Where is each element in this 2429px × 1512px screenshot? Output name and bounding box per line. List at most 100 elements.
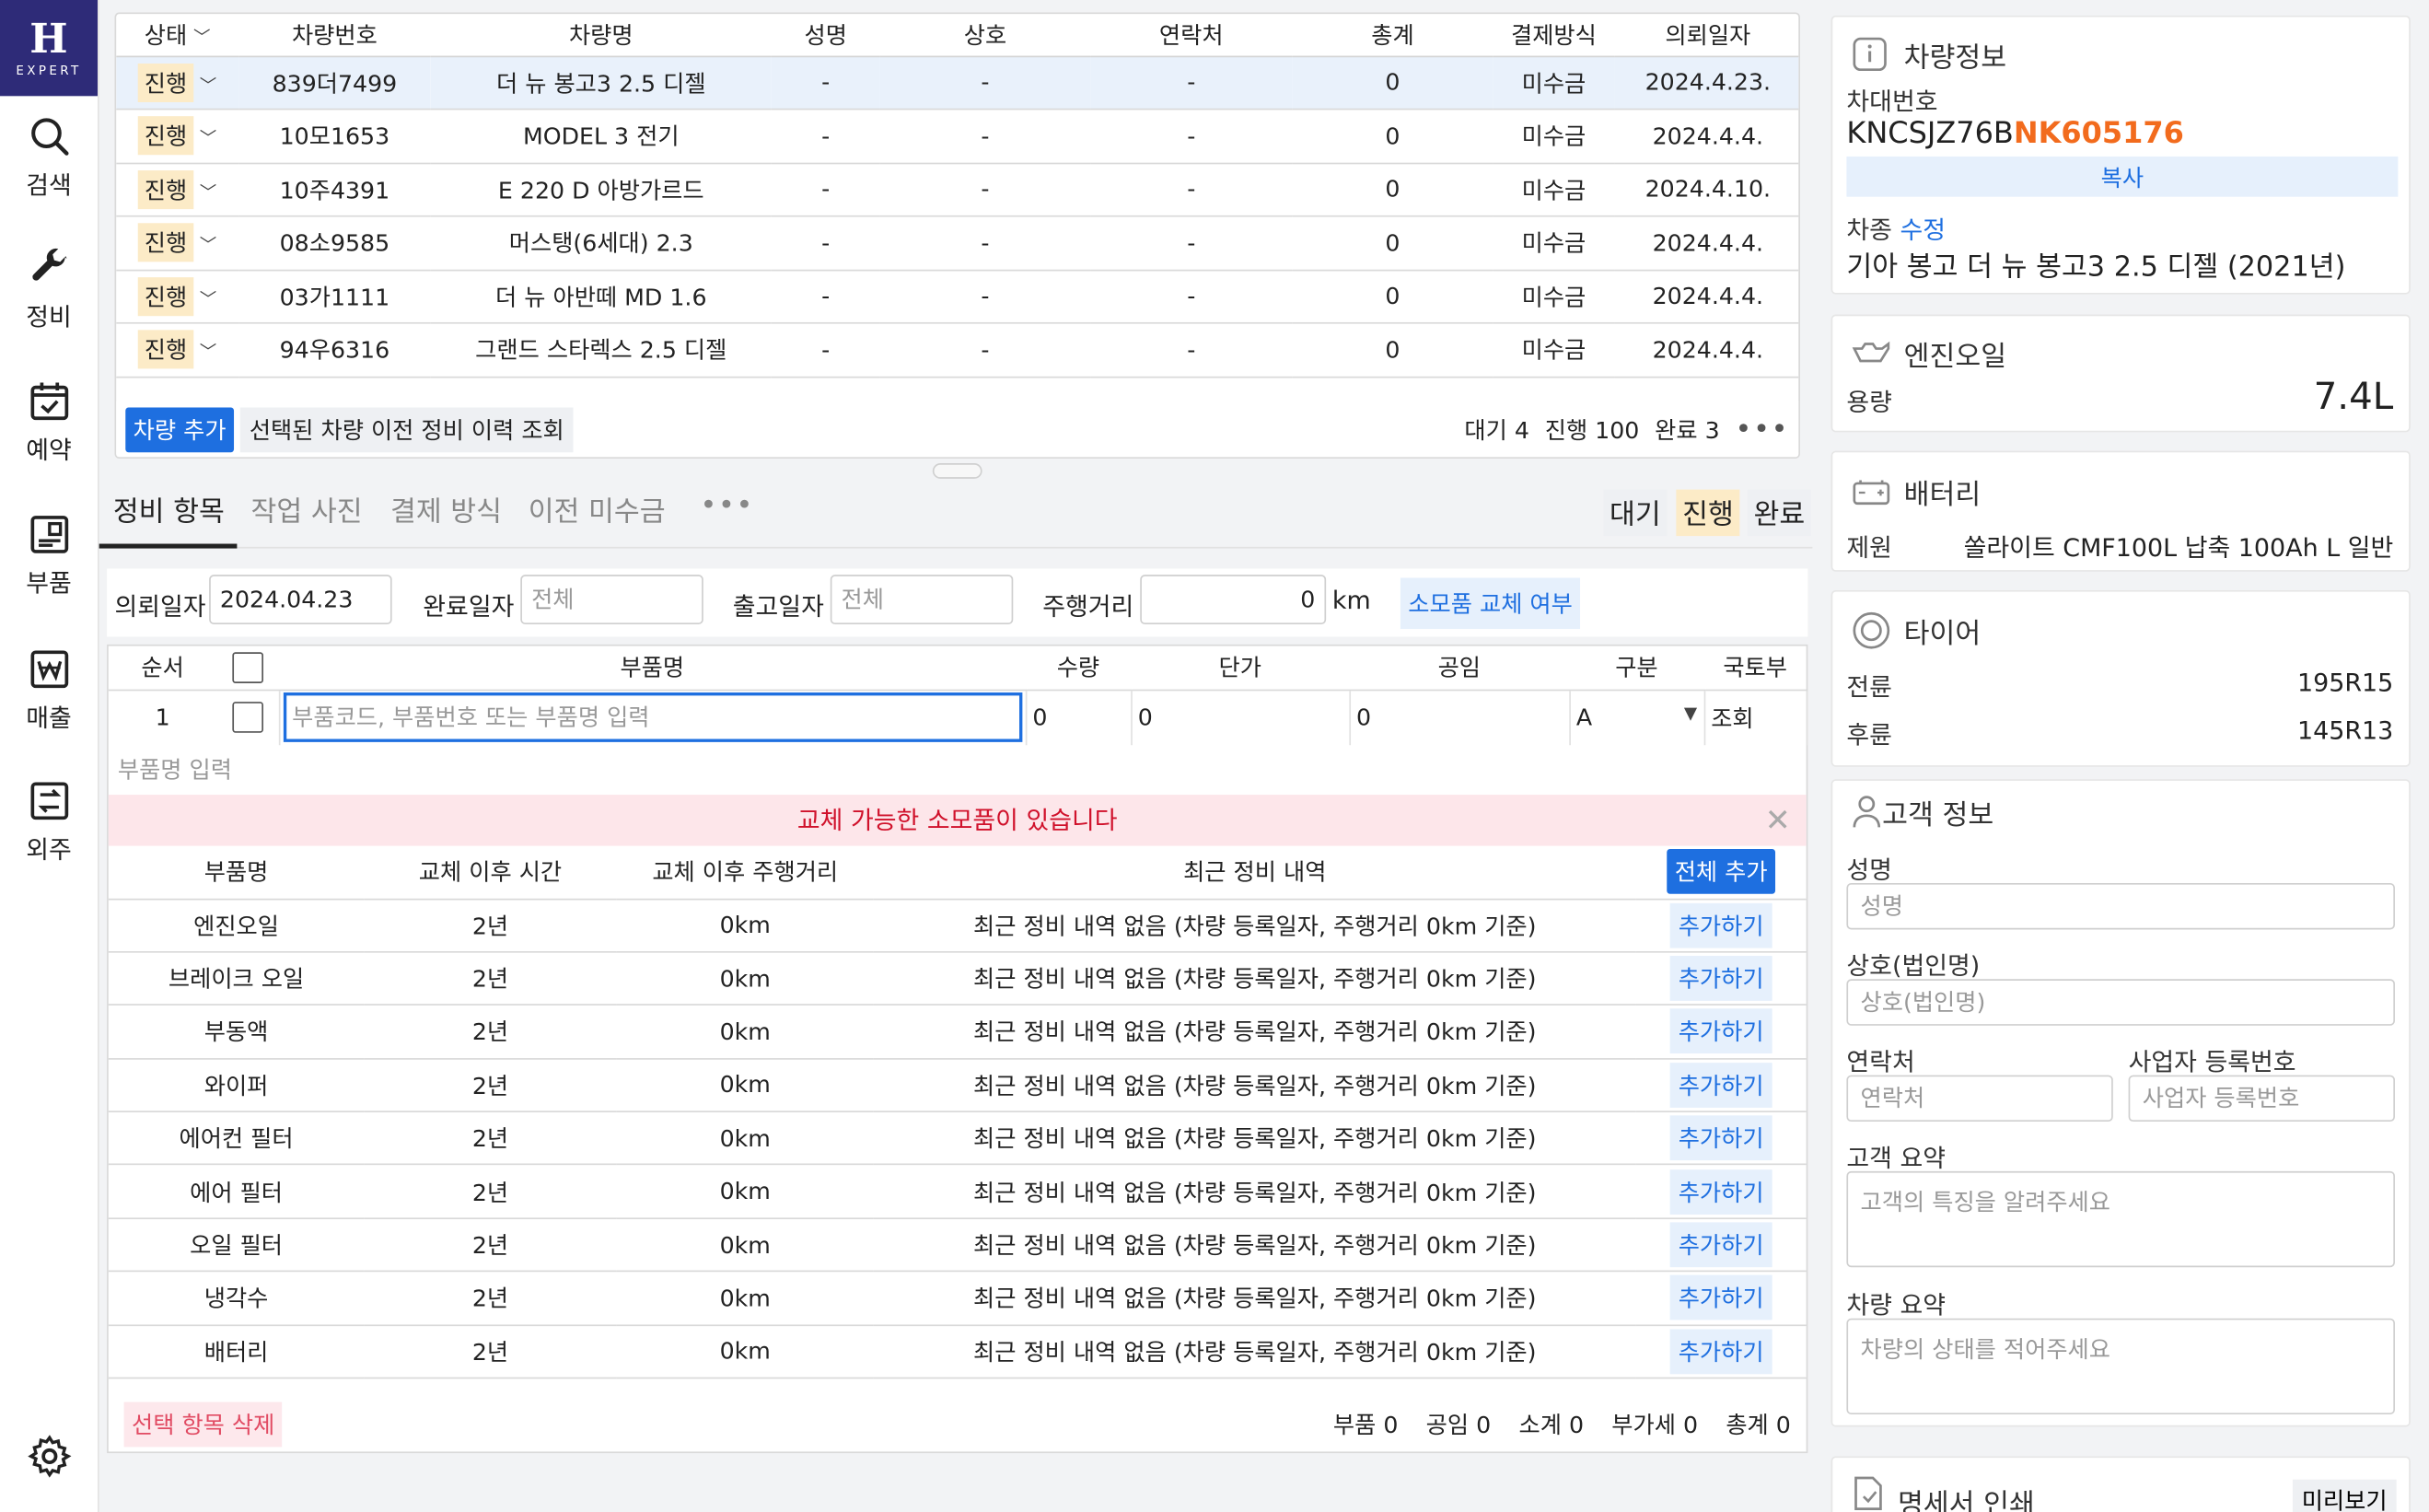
col-status[interactable]: 상태 ﹀ xyxy=(116,14,239,57)
history-lookup-button[interactable]: 선택된 차량 이전 정비 이력 조회 xyxy=(239,406,574,452)
vehicle-row[interactable]: 진행 ﹀ 10모1653 MODEL 3 전기 - - -0 미수금 2024.4.4. xyxy=(116,109,1799,164)
preview-button[interactable]: 미리보기 xyxy=(2292,1479,2397,1512)
request-date-input[interactable] xyxy=(209,575,392,625)
release-date-input[interactable] xyxy=(830,575,1014,625)
cell-company: - xyxy=(879,269,1091,324)
consumable-km: 0km xyxy=(616,1271,874,1326)
nav-settings[interactable] xyxy=(0,1435,98,1478)
chevron-down-icon[interactable]: ﹀ xyxy=(200,180,217,204)
logo[interactable]: H EXPERT xyxy=(0,0,98,97)
add-consumable-button[interactable]: 추가하기 xyxy=(1670,1115,1772,1161)
chevron-down-icon[interactable]: ﹀ xyxy=(200,340,217,365)
labor-field[interactable]: 0 xyxy=(1349,689,1571,746)
part-search-input[interactable] xyxy=(283,692,1022,743)
cell-date: 2024.4.4. xyxy=(1614,322,1799,378)
close-icon[interactable]: ✕ xyxy=(1765,795,1791,846)
vehicle-row[interactable]: 진행 ﹀ 839더7499 더 뉴 봉고3 2.5 디젤 - - -0 미수금 2024.4.2… xyxy=(116,55,1799,110)
contact-input[interactable] xyxy=(1846,1075,2113,1122)
tab-work-photos[interactable]: 작업 사진 xyxy=(251,490,363,530)
vehicle-info-title: 차량정보 xyxy=(1903,41,2007,75)
mileage-input[interactable] xyxy=(1140,575,1327,625)
col-owner[interactable]: 성명 xyxy=(771,14,880,57)
col-total[interactable]: 총계 xyxy=(1292,14,1493,57)
company-input[interactable] xyxy=(1846,979,2395,1026)
biz-number-input[interactable] xyxy=(2128,1075,2395,1122)
col-car-name[interactable]: 차량명 xyxy=(430,14,772,57)
cell-name: E 220 D 아방가르드 xyxy=(430,162,772,217)
nav-sales[interactable]: 매출 xyxy=(0,647,98,734)
consumable-time: 2년 xyxy=(364,1111,617,1166)
status-cell[interactable]: 진행 ﹀ xyxy=(116,55,239,110)
status-wait-button[interactable]: 대기 xyxy=(1603,489,1668,537)
vehicle-row[interactable]: 진행 ﹀ 10주4391 E 220 D 아방가르드 - - -0 미수금 2024.4.10. xyxy=(116,162,1799,217)
vehicle-row[interactable]: 진행 ﹀ 08소9585 머스탱(6세대) 2.3- - -0 미수금 2024.4.4. xyxy=(116,215,1799,271)
car-summary-input[interactable] xyxy=(1846,1318,2395,1415)
status-done-button[interactable]: 완료 xyxy=(1747,489,1811,537)
add-consumable-button[interactable]: 추가하기 xyxy=(1670,1222,1772,1268)
nav-parts[interactable]: 부품 xyxy=(0,513,98,599)
delete-selected-button[interactable]: 선택 항목 삭제 xyxy=(123,1401,283,1447)
tab-payment-method[interactable]: 결제 방식 xyxy=(390,490,502,530)
oil-capacity-label: 용량 xyxy=(1846,387,1892,417)
select-all-checkbox[interactable] xyxy=(216,646,279,691)
col-payment[interactable]: 결제방식 xyxy=(1493,14,1615,57)
tab-previous-unpaid[interactable]: 이전 미수금 xyxy=(529,490,666,530)
complete-date-input[interactable] xyxy=(520,575,703,625)
cell-owner: - xyxy=(771,269,880,324)
battery-card: 배터리 제원 쏠라이트 CMF100L 납축 100Ah L 일반 xyxy=(1830,450,2411,572)
part-name-hint[interactable]: 부품명 입력 xyxy=(109,745,1807,795)
status-progress-button[interactable]: 진행 xyxy=(1676,489,1740,537)
status-badge: 진행 xyxy=(138,276,193,316)
tabs-more-icon[interactable]: ••• xyxy=(700,490,754,522)
col-company[interactable]: 상호 xyxy=(879,14,1091,57)
cell-company: - xyxy=(879,215,1091,271)
add-consumable-button[interactable]: 추가하기 xyxy=(1670,1009,1772,1054)
rear-tire-value: 145R13 xyxy=(2296,715,2394,746)
status-cell[interactable]: 진행 ﹀ xyxy=(116,215,239,271)
add-consumable-button[interactable]: 추가하기 xyxy=(1670,1329,1772,1374)
add-vehicle-button[interactable]: 차량 추가 xyxy=(125,406,234,452)
chevron-down-icon[interactable]: ﹀ xyxy=(200,286,217,311)
add-consumable-button[interactable]: 추가하기 xyxy=(1670,956,1772,1001)
chevron-down-icon[interactable]: ﹀ xyxy=(200,233,217,258)
resize-handle[interactable] xyxy=(932,463,982,479)
customer-name-input[interactable] xyxy=(1846,882,2395,930)
consumable-row: 엔진오일 2년 0km 최근 정비 내역 없음 (차량 등록일자, 주행거리 0km … xyxy=(108,898,1807,953)
col-date[interactable]: 의뢰일자 xyxy=(1614,14,1799,57)
col-contact[interactable]: 연락처 xyxy=(1090,14,1293,57)
add-consumable-button[interactable]: 추가하기 xyxy=(1670,1169,1772,1215)
status-cell[interactable]: 진행 ﹀ xyxy=(116,162,239,217)
category-select[interactable]: A ▼ xyxy=(1569,689,1705,746)
status-cell[interactable]: 진행 ﹀ xyxy=(116,269,239,324)
parts-icon xyxy=(29,516,68,553)
status-cell[interactable]: 진행 ﹀ xyxy=(116,322,239,378)
molit-lookup[interactable]: 조회 xyxy=(1703,689,1807,746)
col-cons-history: 최근 정비 내역 xyxy=(873,845,1636,900)
vehicle-row[interactable]: 진행 ﹀ 94우6316 그랜드 스타렉스 2.5 디젤 - - -0 미수금 2024.4.4… xyxy=(116,322,1799,378)
add-all-button[interactable]: 전체 추가 xyxy=(1667,849,1776,895)
nav-reservation[interactable]: 예약 xyxy=(0,379,98,466)
customer-summary-input[interactable] xyxy=(1846,1170,2395,1268)
qty-field[interactable]: 0 xyxy=(1025,689,1132,746)
consumable-replace-button[interactable]: 소모품 교체 여부 xyxy=(1400,577,1581,630)
row-checkbox[interactable] xyxy=(216,689,280,746)
edit-model-link[interactable]: 수정 xyxy=(1900,215,1947,245)
battery-icon xyxy=(1853,480,1890,506)
tab-maintenance-items[interactable]: 정비 항목 xyxy=(113,490,225,530)
nav-search[interactable]: 검색 xyxy=(0,114,98,201)
vehicle-row[interactable]: 진행 ﹀ 03가1111 더 뉴 아반떼 MD 1.6- - -0 미수금 2024.4.4. xyxy=(116,269,1799,324)
add-consumable-button[interactable]: 추가하기 xyxy=(1670,1275,1772,1321)
chevron-down-icon[interactable]: ﹀ xyxy=(200,73,217,98)
status-cell[interactable]: 진행 ﹀ xyxy=(116,109,239,164)
info-icon xyxy=(1853,37,1887,72)
more-options-icon[interactable]: ••• xyxy=(1736,413,1790,445)
copy-vin-button[interactable]: 복사 xyxy=(1846,156,2399,197)
nav-outsource[interactable]: 외주 xyxy=(0,779,98,866)
add-consumable-button[interactable]: 추가하기 xyxy=(1670,902,1772,948)
add-consumable-button[interactable]: 추가하기 xyxy=(1670,1062,1772,1108)
unit-price-field[interactable]: 0 xyxy=(1131,689,1351,746)
nav-maintenance[interactable]: 정비 xyxy=(0,247,98,333)
consumable-history: 최근 정비 내역 없음 (차량 등록일자, 주행거리 0km 기준) xyxy=(873,951,1636,1006)
chevron-down-icon[interactable]: ﹀ xyxy=(200,126,217,151)
col-plate[interactable]: 차량번호 xyxy=(238,14,431,57)
